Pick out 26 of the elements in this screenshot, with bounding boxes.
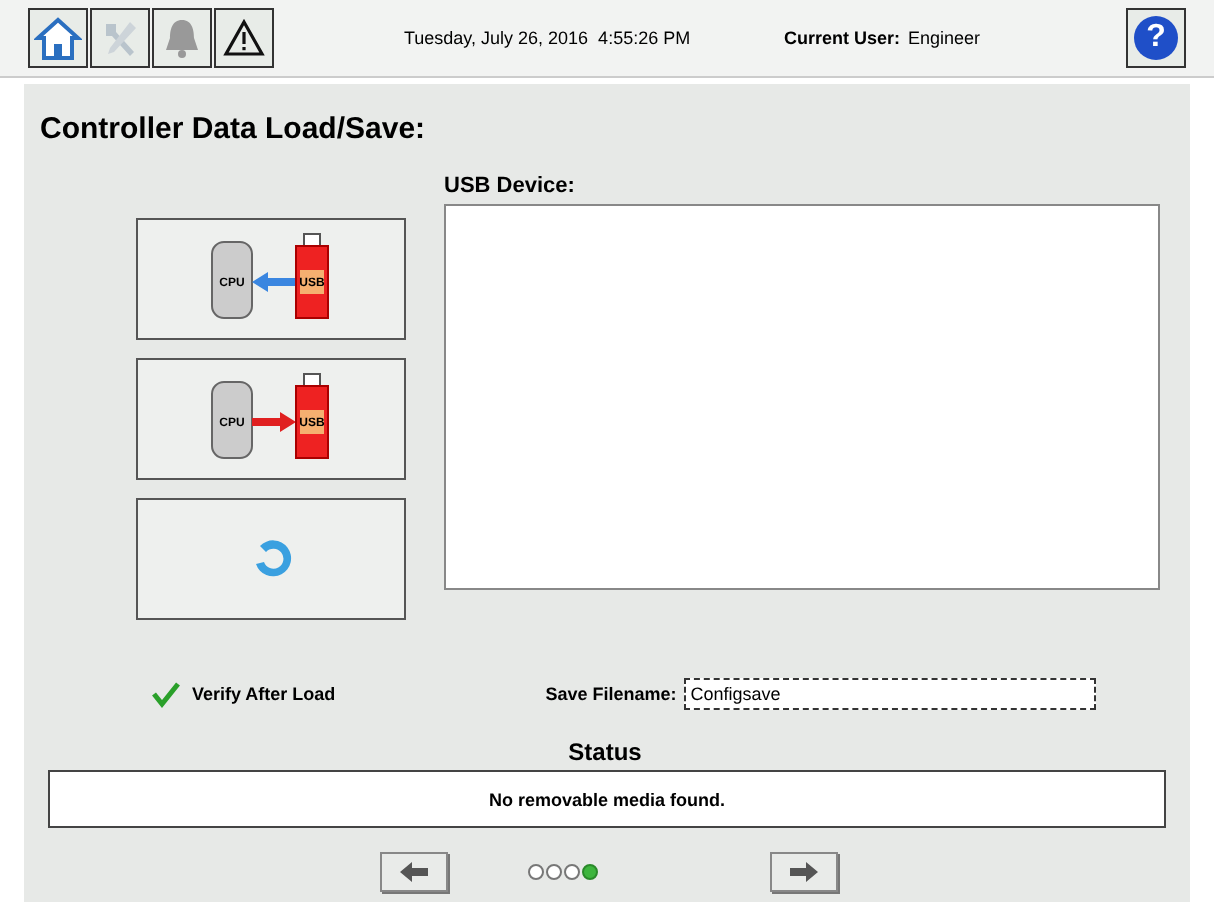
save-filename-label: Save Filename: (545, 684, 677, 704)
left-arrow-icon (398, 860, 430, 884)
user-name: Engineer (908, 28, 981, 48)
user-label: Current User: (784, 28, 901, 48)
warning-button[interactable] (214, 8, 274, 68)
left-arrow-icon (251, 271, 295, 291)
date-time: Tuesday, July 26, 2016 4:55:26 PM (404, 28, 693, 48)
forward-button[interactable] (770, 852, 838, 892)
home-icon (34, 16, 82, 60)
help-button[interactable]: ? (1126, 8, 1186, 68)
check-mark-icon (152, 680, 180, 708)
alarm-button[interactable] (152, 8, 212, 68)
verify-checkbox[interactable]: Verify After Load (152, 680, 336, 708)
save-filename-field[interactable]: Configsave (684, 678, 1097, 710)
back-button[interactable] (380, 852, 448, 892)
status-label: Status (566, 738, 644, 766)
right-arrow-icon (251, 411, 295, 431)
warning-icon (222, 18, 266, 58)
status-message: No removable media found. (48, 770, 1166, 828)
page-title: Controller Data Load/Save: (40, 112, 428, 146)
tools-button[interactable] (90, 8, 150, 68)
refresh-button[interactable] (136, 498, 406, 620)
right-arrow-icon (788, 860, 820, 884)
home-button[interactable] (28, 8, 88, 68)
bell-icon (162, 16, 202, 60)
usb-device-label: USB Device: (444, 174, 577, 198)
